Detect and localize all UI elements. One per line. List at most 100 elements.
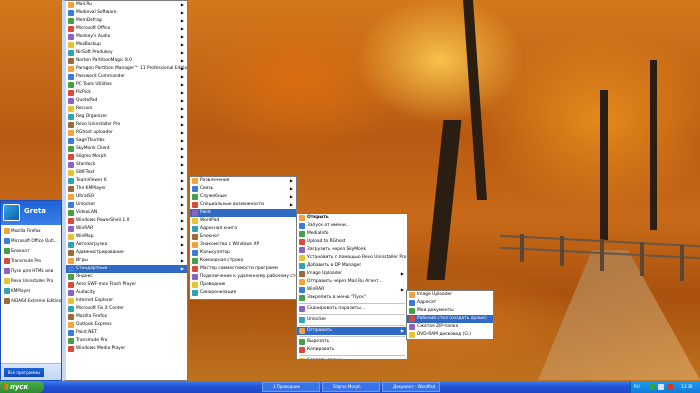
- programs-menu-item[interactable]: SkyMonk Client ▶: [66, 145, 187, 153]
- programs-menu-item[interactable]: Internet Explorer: [66, 297, 187, 305]
- user-avatar[interactable]: [3, 204, 20, 221]
- accessories-menu-item[interactable]: Блокнот: [190, 233, 296, 241]
- programs-menu-item[interactable]: The KMPlayer ▶: [66, 185, 187, 193]
- context-menu-item[interactable]: Загрузить через SkyMonk: [297, 246, 407, 254]
- programs-menu-item[interactable]: MemDefrag ▶: [66, 17, 187, 25]
- accessories-menu-item[interactable]: Подключение к удаленному рабочему столу: [190, 273, 296, 281]
- start-menu-pinned-item[interactable]: AIDA64 Extreme Edition: [2, 296, 62, 306]
- accessories-menu-item[interactable]: Мастер совместимости программ: [190, 265, 296, 273]
- accessories-menu-item[interactable]: Синхронизация: [190, 289, 296, 297]
- programs-menu-item[interactable]: SageThumbs ▶: [66, 137, 187, 145]
- start-menu-pinned-item[interactable]: Mozilla Firefox: [2, 226, 62, 236]
- programs-menu-item[interactable]: Stardock ▶: [66, 161, 187, 169]
- programs-menu-item[interactable]: Windows PowerShell 1.0 ▶: [66, 217, 187, 225]
- programs-menu-item[interactable]: Игры ▶: [66, 257, 187, 265]
- programs-menu-item[interactable]: Password Commander ▶: [66, 73, 187, 81]
- accessories-menu-item[interactable]: Связь ▶: [190, 185, 296, 193]
- accessories-menu-item[interactable]: Знакомство с Windows XP: [190, 241, 296, 249]
- start-menu-pinned-item[interactable]: Пуск для HTML или: [2, 266, 62, 276]
- context-menu-item[interactable]: Добавить в DP Manager: [297, 262, 407, 270]
- programs-menu-item[interactable]: Revo Uninstaller Pro ▶: [66, 121, 187, 129]
- start-menu-pinned-item[interactable]: Transmute Pro: [2, 256, 62, 266]
- programs-menu-item[interactable]: TeamViewer 6 ▶: [66, 177, 187, 185]
- programs-menu-item[interactable]: Mozilla Firefox: [66, 313, 187, 321]
- programs-menu-item[interactable]: Windows Media Player: [66, 345, 187, 353]
- programs-menu-item[interactable]: WinRAR ▶: [66, 225, 187, 233]
- programs-menu-item[interactable]: Автозагрузка ▶: [66, 241, 187, 249]
- start-menu-pinned-item[interactable]: KMPlayer: [2, 286, 62, 296]
- sendto-menu-item[interactable]: Рабочий стол (создать ярлык): [407, 315, 493, 323]
- start-menu-pinned-item[interactable]: Revo Uninstaller Pro: [2, 276, 62, 286]
- programs-menu-item[interactable]: Monkey's Audio ▶: [66, 33, 187, 41]
- start-menu-pinned-item[interactable]: Блокнот: [2, 246, 62, 256]
- accessories-menu-item[interactable]: Развлечения ▶: [190, 177, 296, 185]
- network-icon[interactable]: [649, 384, 655, 390]
- sendto-menu-item[interactable]: Image Uploader: [407, 291, 493, 299]
- programs-menu-item[interactable]: Aero SWF-mov Flash Player: [66, 281, 187, 289]
- accessories-menu-item[interactable]: Проводник: [190, 281, 296, 289]
- accessories-menu-item[interactable]: Специальные возможности ▶: [190, 201, 296, 209]
- taskbar-task[interactable]: Sliqmo Morph: [322, 382, 380, 392]
- context-menu-item[interactable]: Закрепить в меню "Пуск": [297, 294, 407, 302]
- accessories-menu-item[interactable]: Paint: [190, 209, 296, 217]
- accessories-menu-item[interactable]: Служебные ▶: [190, 193, 296, 201]
- programs-menu-item[interactable]: Microsoft Office ▶: [66, 25, 187, 33]
- programs-menu-item[interactable]: Mail.Ru ▶: [66, 1, 187, 9]
- programs-menu-item[interactable]: Paint.NET: [66, 329, 187, 337]
- programs-menu-item[interactable]: Audacity: [66, 289, 187, 297]
- programs-menu-item[interactable]: Microsoft Fix it Center: [66, 305, 187, 313]
- context-menu-item[interactable]: Создать ярлык: [297, 357, 407, 359]
- programs-menu-item[interactable]: SWFText ▶: [66, 169, 187, 177]
- accessories-menu-item[interactable]: WordPad: [190, 217, 296, 225]
- accessories-menu-item[interactable]: Адресная книга: [190, 225, 296, 233]
- programs-menu-item[interactable]: Яндекс: [66, 273, 187, 281]
- programs-menu-item[interactable]: VideoLAN ▶: [66, 209, 187, 217]
- context-menu-item[interactable]: Upload to RGhost: [297, 238, 407, 246]
- context-menu-item[interactable]: Отправить ▶: [297, 327, 407, 335]
- programs-menu-item[interactable]: QuotePad ▶: [66, 97, 187, 105]
- programs-menu-item[interactable]: WinMap ▶: [66, 233, 187, 241]
- sendto-menu-item[interactable]: DVD-RAM дисковод (G:): [407, 331, 493, 339]
- programs-menu-item[interactable]: MozBackup ▶: [66, 41, 187, 49]
- programs-menu-item[interactable]: PC Tools Utilities ▶: [66, 81, 187, 89]
- programs-menu-item[interactable]: PicPick ▶: [66, 89, 187, 97]
- programs-menu-item[interactable]: Recuva ▶: [66, 105, 187, 113]
- sendto-menu-item[interactable]: Сжатая ZIP-папка: [407, 323, 493, 331]
- programs-menu-item[interactable]: RGhost uploader ▶: [66, 129, 187, 137]
- programs-menu-item[interactable]: UltraISO ▶: [66, 193, 187, 201]
- programs-menu-item[interactable]: Transmute Pro: [66, 337, 187, 345]
- programs-menu-item[interactable]: Sliqmo Morph ▶: [66, 153, 187, 161]
- antivirus-icon[interactable]: [667, 384, 673, 390]
- programs-menu-item[interactable]: Norton PartitionMagic 8.0 ▶: [66, 57, 187, 65]
- start-menu-pinned-item[interactable]: Microsoft Office Outl...: [2, 236, 62, 246]
- all-programs-button[interactable]: Все программы: [4, 368, 44, 377]
- accessories-menu-item[interactable]: Командная строка: [190, 257, 296, 265]
- context-menu-item[interactable]: Вырезать: [297, 338, 407, 346]
- taskbar-task[interactable]: 3 Проводник: [262, 382, 320, 392]
- start-button[interactable]: пуск: [0, 381, 44, 393]
- context-menu-item[interactable]: Копировать: [297, 346, 407, 354]
- context-menu-item[interactable]: Отправить через Mail.Ru Агент...: [297, 278, 407, 286]
- context-menu-item[interactable]: Запуск от имени...: [297, 222, 407, 230]
- programs-menu-item[interactable]: NirSoft Produkey ▶: [66, 49, 187, 57]
- programs-menu-item[interactable]: Стандартные ▶: [66, 265, 187, 273]
- programs-menu-item[interactable]: Outlook Express: [66, 321, 187, 329]
- context-menu-item[interactable]: Открыть: [297, 214, 407, 222]
- programs-menu-item[interactable]: Paragon Partition Manager™ 11 Profession…: [66, 65, 187, 73]
- sendto-menu-item[interactable]: Мои документы: [407, 307, 493, 315]
- programs-menu-item[interactable]: Администрирование ▶: [66, 249, 187, 257]
- context-menu-item[interactable]: Unlocker: [297, 316, 407, 324]
- programs-menu-item[interactable]: Reg Organizer ▶: [66, 113, 187, 121]
- taskbar-task[interactable]: Документ - WordPad: [382, 382, 440, 392]
- context-menu-item[interactable]: Сканировать паразиты...: [297, 305, 407, 313]
- sendto-menu-item[interactable]: Адресат: [407, 299, 493, 307]
- programs-menu-item[interactable]: Unlocker ▶: [66, 201, 187, 209]
- context-menu-item[interactable]: Image Uploader ▶: [297, 270, 407, 278]
- programs-menu-item[interactable]: Medieval Software ▶: [66, 9, 187, 17]
- accessories-menu-item[interactable]: Калькулятор: [190, 249, 296, 257]
- context-menu-item[interactable]: Установить с помощью Revo Uninstaller Pr…: [297, 254, 407, 262]
- language-indicator[interactable]: RU: [634, 381, 640, 393]
- context-menu-item[interactable]: WinRAR ▶: [297, 286, 407, 294]
- context-menu-item[interactable]: MediaInfo: [297, 230, 407, 238]
- volume-icon[interactable]: [658, 384, 664, 390]
